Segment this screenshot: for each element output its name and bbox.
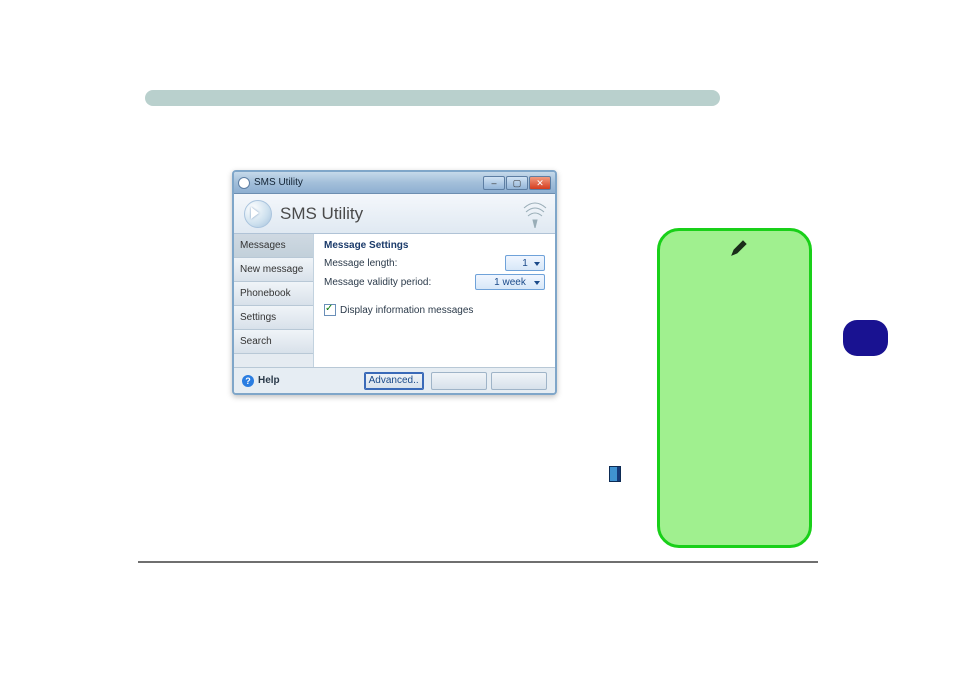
page-footer-rule — [138, 561, 818, 563]
app-system-icon — [238, 177, 250, 189]
cancel-button[interactable] — [491, 372, 547, 390]
advanced-label: Advanced.. — [369, 375, 419, 386]
help-label: Help — [258, 375, 280, 386]
advanced-button[interactable]: Advanced.. — [364, 372, 424, 390]
sidebar: Messages New message Phonebook Settings … — [234, 234, 314, 367]
window-title: SMS Utility — [254, 177, 303, 188]
message-length-value: 1 — [522, 258, 528, 269]
pen-icon — [730, 239, 748, 257]
sidebar-item-label: Phonebook — [240, 288, 291, 299]
help-link[interactable]: ? Help — [242, 375, 280, 387]
display-info-messages-checkbox[interactable] — [324, 304, 336, 316]
validity-period-value: 1 week — [494, 277, 526, 288]
validity-period-select[interactable]: 1 week — [475, 274, 545, 290]
minimize-button[interactable]: – — [483, 176, 505, 190]
help-icon: ? — [242, 375, 254, 387]
sidebar-item-label: New message — [240, 264, 303, 275]
sidebar-item-label: Search — [240, 336, 272, 347]
maximize-button[interactable]: ▢ — [506, 176, 528, 190]
signal-icon — [523, 200, 547, 228]
sidebar-item-phonebook[interactable]: Phonebook — [234, 281, 313, 306]
section-title: Message Settings — [324, 240, 545, 251]
display-info-messages-label: Display information messages — [340, 305, 473, 316]
sidebar-item-label: Settings — [240, 312, 276, 323]
close-button[interactable]: ✕ — [529, 176, 551, 190]
sidebar-item-label: Messages — [240, 240, 286, 251]
window-footer: ? Help Advanced.. — [234, 367, 555, 393]
message-length-label: Message length: — [324, 258, 505, 269]
settings-panel: Message Settings Message length: 1 Messa… — [314, 234, 555, 367]
titlebar[interactable]: SMS Utility – ▢ ✕ — [234, 172, 555, 194]
app-title: SMS Utility — [280, 204, 363, 224]
note-panel — [657, 228, 812, 548]
sms-utility-window: SMS Utility – ▢ ✕ SMS Utility Messages N… — [232, 170, 557, 395]
app-header: SMS Utility — [234, 194, 555, 234]
message-length-select[interactable]: 1 — [505, 255, 545, 271]
side-tab[interactable] — [843, 320, 888, 356]
tray-icon — [609, 466, 621, 482]
ok-button[interactable] — [431, 372, 487, 390]
sidebar-item-new-message[interactable]: New message — [234, 257, 313, 282]
envelope-icon — [244, 200, 272, 228]
validity-period-label: Message validity period: — [324, 277, 475, 288]
sidebar-item-search[interactable]: Search — [234, 329, 313, 354]
sidebar-item-messages[interactable]: Messages — [234, 233, 313, 258]
sidebar-item-settings[interactable]: Settings — [234, 305, 313, 330]
header-divider — [145, 90, 720, 106]
